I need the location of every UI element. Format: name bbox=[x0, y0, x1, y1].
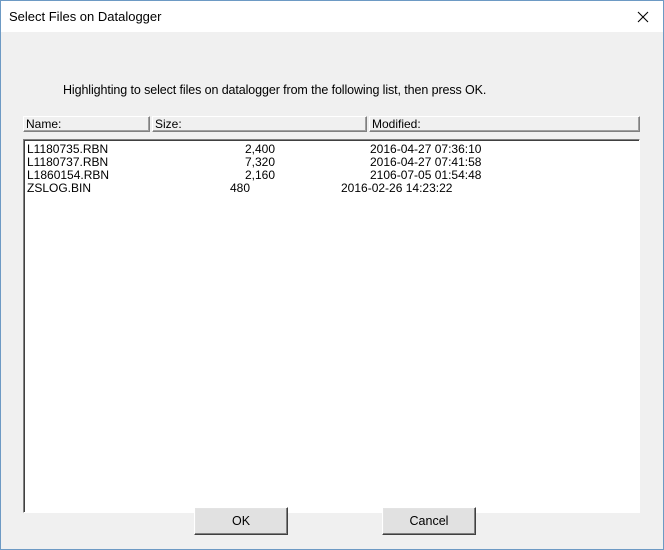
dialog-window: Select Files on Datalogger Highlighting … bbox=[0, 0, 664, 550]
ok-button[interactable]: OK bbox=[194, 507, 288, 535]
close-icon bbox=[637, 11, 649, 22]
file-size: 480 bbox=[230, 181, 251, 195]
column-header-modified[interactable]: Modified: bbox=[369, 116, 640, 132]
title-bar: Select Files on Datalogger bbox=[1, 1, 663, 32]
file-listbox[interactable]: L1180735.RBN 2,400 2016-04-27 07:36:10 L… bbox=[23, 139, 640, 513]
column-header-name[interactable]: Name: bbox=[23, 116, 150, 132]
file-name: ZSLOG.BIN bbox=[27, 181, 92, 195]
dialog-body: Highlighting to select files on datalogg… bbox=[1, 32, 663, 549]
list-item[interactable]: ZSLOG.BIN 480 2016-02-26 14:23:22 bbox=[27, 182, 636, 195]
list-item[interactable]: L1180735.RBN 2,400 2016-04-27 07:36:10 bbox=[27, 143, 636, 156]
close-button[interactable] bbox=[623, 1, 663, 32]
instruction-text: Highlighting to select files on datalogg… bbox=[63, 83, 487, 97]
list-item[interactable]: L1860154.RBN 2,160 2106-07-05 01:54:48 bbox=[27, 169, 636, 182]
cancel-button[interactable]: Cancel bbox=[382, 507, 476, 535]
file-modified: 2016-02-26 14:23:22 bbox=[341, 181, 453, 195]
file-list: L1180735.RBN 2,400 2016-04-27 07:36:10 L… bbox=[27, 143, 636, 195]
list-item[interactable]: L1180737.RBN 7,320 2016-04-27 07:41:58 bbox=[27, 156, 636, 169]
column-header-size[interactable]: Size: bbox=[152, 116, 367, 132]
window-title: Select Files on Datalogger bbox=[9, 9, 162, 24]
